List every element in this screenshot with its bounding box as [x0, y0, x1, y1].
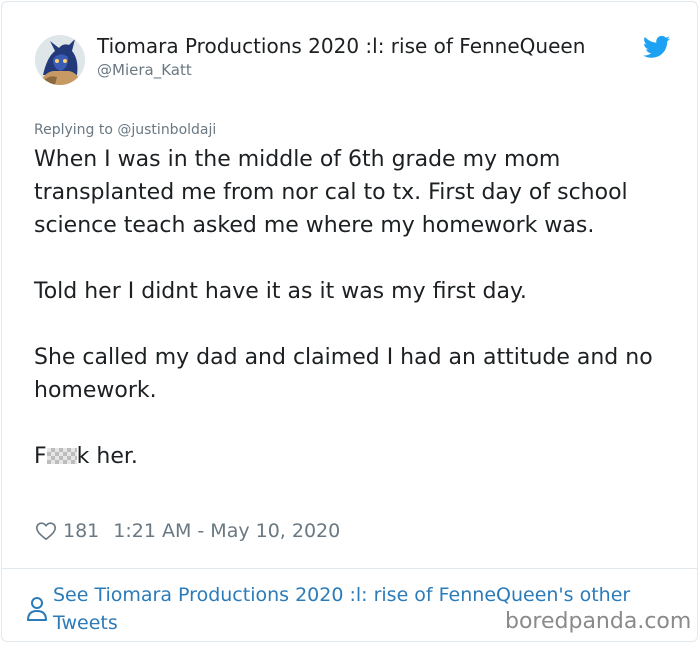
avatar[interactable] — [35, 35, 85, 85]
author-display-name[interactable]: Tiomara Productions 2020 :l: rise of Fen… — [97, 34, 585, 58]
final-line-end: k her. — [76, 444, 138, 469]
twitter-bird-icon[interactable] — [643, 35, 670, 59]
tweet-paragraph: Told her I didnt have it as it was my fi… — [34, 279, 527, 304]
divider — [2, 568, 697, 569]
tweet-body: When I was in the middle of 6th grade my… — [34, 143, 684, 473]
author-handle[interactable]: @Miera_Katt — [97, 61, 192, 79]
tweet-paragraph: She called my dad and claimed I had an a… — [34, 345, 653, 403]
watermark-text: boredpanda.com — [505, 609, 692, 634]
tweet-final-line: Fk her. — [34, 440, 684, 473]
tweet-meta: 181 1:21 AM - May 10, 2020 — [35, 518, 340, 544]
heart-icon[interactable] — [35, 520, 57, 542]
replying-to-label[interactable]: Replying to @justinboldaji — [34, 122, 216, 138]
tweet-paragraph: When I was in the middle of 6th grade my… — [34, 147, 628, 238]
censored-text-blur — [46, 448, 77, 464]
tweet-timestamp[interactable]: 1:21 AM - May 10, 2020 — [113, 520, 340, 542]
final-line-start: F — [34, 444, 47, 469]
like-count[interactable]: 181 — [63, 520, 99, 542]
avatar-image — [35, 35, 85, 85]
person-icon — [27, 597, 47, 621]
tweet-card: Tiomara Productions 2020 :l: rise of Fen… — [1, 1, 698, 642]
